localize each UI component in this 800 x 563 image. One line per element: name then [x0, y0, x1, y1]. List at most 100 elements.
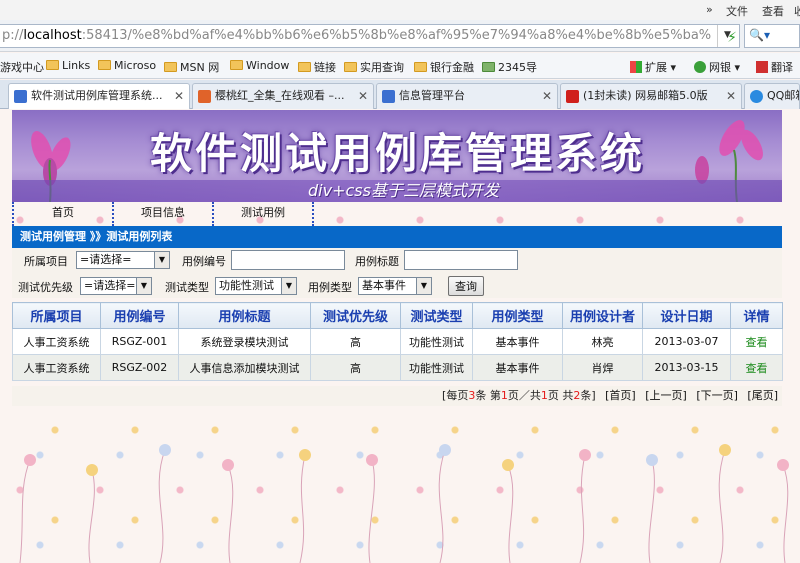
search-engine-icon[interactable]: 🔍▾ [749, 28, 770, 42]
priority-select[interactable]: =请选择= ▼ [80, 277, 152, 295]
address-dropdown-icon[interactable]: ▼ [717, 25, 737, 47]
bank-button[interactable]: 网银 ▾ [694, 59, 740, 75]
folder-icon [414, 62, 427, 72]
close-icon[interactable]: ✕ [358, 84, 368, 108]
menu-file[interactable]: 文件 [726, 3, 748, 19]
tab-qq-mail[interactable]: QQ邮箱 [744, 83, 800, 109]
case-title-input[interactable] [404, 250, 518, 270]
pager-current-page: 1 [500, 389, 508, 402]
col-header-priority: 测试优先级 [310, 302, 401, 329]
view-details-link[interactable]: 查看 [730, 328, 783, 355]
pager-text: 条 第 [475, 389, 501, 402]
video-site-icon [198, 90, 211, 103]
pager-text: [每页 [442, 389, 469, 402]
cell-test-type: 功能性测试 [400, 354, 473, 381]
folder-icon [98, 60, 111, 70]
folder-icon [164, 62, 177, 72]
query-button[interactable]: 查询 [448, 276, 484, 296]
tab-video[interactable]: 樱桃红_全集_在线观看 –... ✕ [192, 83, 374, 109]
view-details-link[interactable]: 查看 [730, 354, 783, 381]
nav-project-info[interactable]: 项目信息 [112, 202, 212, 226]
project-select[interactable]: =请选择= ▼ [76, 251, 170, 269]
cell-case-no: RSGZ-001 [100, 328, 179, 355]
col-header-design-date: 设计日期 [642, 302, 731, 329]
cell-design-date: 2013-03-07 [642, 328, 731, 355]
pager-prev[interactable]: [上一页] [645, 389, 687, 402]
fav-item-tools[interactable]: 实用查询 [344, 59, 404, 75]
flower-background-illustration [19, 444, 789, 563]
col-header-project: 所属项目 [12, 302, 101, 329]
nav-divider [312, 202, 314, 226]
menu-more-icon[interactable]: » [706, 3, 713, 16]
cell-design-date: 2013-03-15 [642, 354, 731, 381]
fav-item-windows[interactable]: Window [230, 59, 289, 72]
cell-case-no: RSGZ-002 [100, 354, 179, 381]
case-type-select[interactable]: 基本事件 ▼ [358, 277, 432, 295]
pager-first[interactable]: [首页] [605, 389, 636, 402]
case-title-label: 用例标题 [355, 255, 399, 268]
fav-item-game-center[interactable]: 游戏中心 [0, 59, 44, 75]
test-case-table: 所属项目 用例编号 用例标题 测试优先级 测试类型 用例类型 用例设计者 设计日… [12, 302, 783, 381]
extensions-button[interactable]: 扩展 ▾ [630, 59, 676, 75]
cell-case-title: 人事信息添加模块测试 [178, 354, 311, 381]
table-header-row: 所属项目 用例编号 用例标题 测试优先级 测试类型 用例类型 用例设计者 设计日… [12, 302, 783, 329]
fav-item-banking[interactable]: 银行金融 [414, 59, 474, 75]
pager-text: 条] [580, 389, 596, 402]
pager-text: 页 共 [547, 389, 574, 402]
address-bar-row: p://localhost:58413/%e8%bd%af%e4%bb%b6%e… [0, 20, 800, 52]
page-icon [14, 90, 27, 103]
site-subtitle: div+css基于三层模式开发 [308, 181, 499, 200]
test-type-select[interactable]: 功能性测试 ▼ [215, 277, 297, 295]
fav-item-microsoft[interactable]: Microso [98, 59, 156, 72]
fav-item-links[interactable]: Links [46, 59, 90, 72]
pager-text: 页／共 [507, 389, 541, 402]
nav-test-cases[interactable]: 测试用例 [212, 202, 312, 226]
cell-project: 人事工资系统 [12, 328, 101, 355]
grid-icon [630, 61, 642, 73]
browser-tab-strip: 软件测试用例库管理系统... ✕ 樱桃红_全集_在线观看 –... ✕ 信息管理… [0, 80, 800, 109]
chevron-down-icon: ▼ [154, 252, 169, 268]
close-icon[interactable]: ✕ [542, 84, 552, 108]
pager-next[interactable]: [下一页] [696, 389, 738, 402]
page-content: 软件测试用例库管理系统 div+css基于三层模式开发 首页 项目信息 测试用例… [0, 110, 800, 563]
page-icon [382, 90, 395, 103]
shield-icon [694, 61, 706, 73]
address-host: localhost [23, 28, 82, 43]
case-no-input[interactable] [231, 250, 345, 270]
tab-info-platform[interactable]: 信息管理平台 ✕ [376, 83, 558, 109]
folder-icon [46, 60, 59, 70]
test-type-label: 测试类型 [165, 281, 209, 294]
project-label: 所属项目 [24, 255, 68, 268]
close-icon[interactable]: ✕ [726, 84, 736, 108]
cell-case-type: 基本事件 [472, 328, 563, 355]
translate-button[interactable]: 翻译 [756, 59, 793, 75]
tab-netease-mail[interactable]: (1封未读) 网易邮箱5.0版 ✕ [560, 83, 742, 109]
fav-item-msn[interactable]: MSN 网 [164, 59, 219, 75]
col-header-case-type: 用例类型 [472, 302, 563, 329]
main-nav: 首页 项目信息 测试用例 [12, 202, 782, 226]
fav-item-2345[interactable]: 2345导 [482, 59, 537, 75]
cell-designer: 肖焊 [562, 354, 643, 381]
col-header-case-no: 用例编号 [100, 302, 179, 329]
chevron-down-icon: ▼ [281, 278, 296, 294]
menu-favorites[interactable]: 收 [794, 3, 800, 19]
fav-item-links-cn[interactable]: 链接 [298, 59, 336, 75]
cell-case-type: 基本事件 [472, 354, 563, 381]
search-filters: 所属项目 =请选择= ▼ 用例编号 用例标题 测试优先级 =请选择= ▼ 测试类型 … [12, 248, 782, 298]
close-icon[interactable]: ✕ [174, 84, 184, 108]
table-row: 人事工资系统 RSGZ-002 人事信息添加模块测试 高 功能性测试 基本事件 … [12, 354, 783, 381]
folder-icon [344, 62, 357, 72]
col-header-test-type: 测试类型 [400, 302, 473, 329]
pager-last[interactable]: [尾页] [747, 389, 778, 402]
pager-total-pages: 1 [540, 389, 548, 402]
case-type-label: 用例类型 [308, 281, 352, 294]
search-box[interactable]: 🔍▾ [744, 24, 800, 48]
tab-test-case-system[interactable]: 软件测试用例库管理系统... ✕ [8, 83, 190, 109]
favorites-bar: 游戏中心 Links Microso MSN 网 Window 链接 实用查询 … [0, 53, 800, 79]
cell-case-title: 系统登录模块测试 [178, 328, 311, 355]
address-bar[interactable]: p://localhost:58413/%e8%bd%af%e4%bb%b6%e… [0, 24, 740, 48]
col-header-designer: 用例设计者 [562, 302, 643, 329]
address-scheme: p:// [2, 28, 24, 43]
menu-view[interactable]: 查看 [762, 3, 784, 19]
nav-home[interactable]: 首页 [12, 202, 112, 226]
